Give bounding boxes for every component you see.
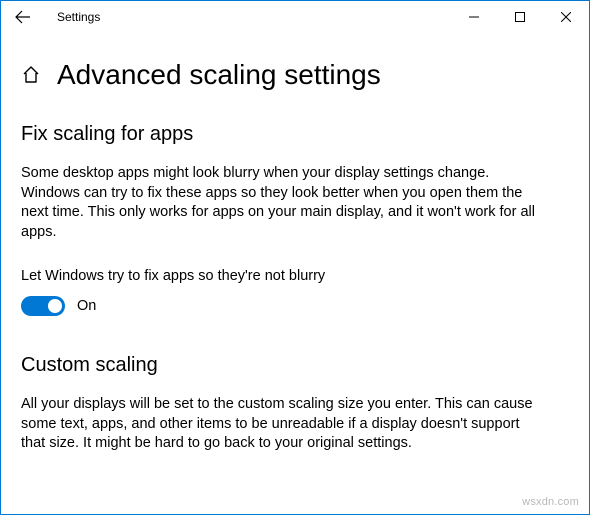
page-title: Advanced scaling settings: [57, 59, 381, 91]
window-controls: [451, 2, 589, 32]
section-description-fix-scaling: Some desktop apps might look blurry when…: [21, 164, 541, 242]
home-icon: [22, 66, 40, 84]
section-description-custom-scaling: All your displays will be set to the cus…: [21, 395, 541, 454]
close-button[interactable]: [543, 2, 589, 32]
close-icon: [561, 12, 571, 22]
toggle-knob: [48, 299, 62, 313]
section-heading-fix-scaling: Fix scaling for apps: [21, 123, 569, 146]
section-heading-custom-scaling: Custom scaling: [21, 354, 569, 377]
maximize-icon: [515, 12, 525, 22]
toggle-state-label: On: [77, 298, 96, 314]
minimize-icon: [469, 12, 479, 22]
home-button[interactable]: [21, 65, 41, 85]
watermark: wsxdn.com: [522, 496, 579, 508]
minimize-button[interactable]: [451, 2, 497, 32]
back-button[interactable]: [13, 7, 33, 27]
toggle-fix-blurry[interactable]: [21, 296, 65, 316]
arrow-left-icon: [15, 9, 31, 25]
maximize-button[interactable]: [497, 2, 543, 32]
window-title: Settings: [57, 10, 100, 24]
content-area: Advanced scaling settings Fix scaling fo…: [1, 33, 589, 454]
page-header: Advanced scaling settings: [21, 59, 569, 91]
titlebar: Settings: [1, 1, 589, 33]
toggle-label-fix-blurry: Let Windows try to fix apps so they're n…: [21, 268, 569, 284]
